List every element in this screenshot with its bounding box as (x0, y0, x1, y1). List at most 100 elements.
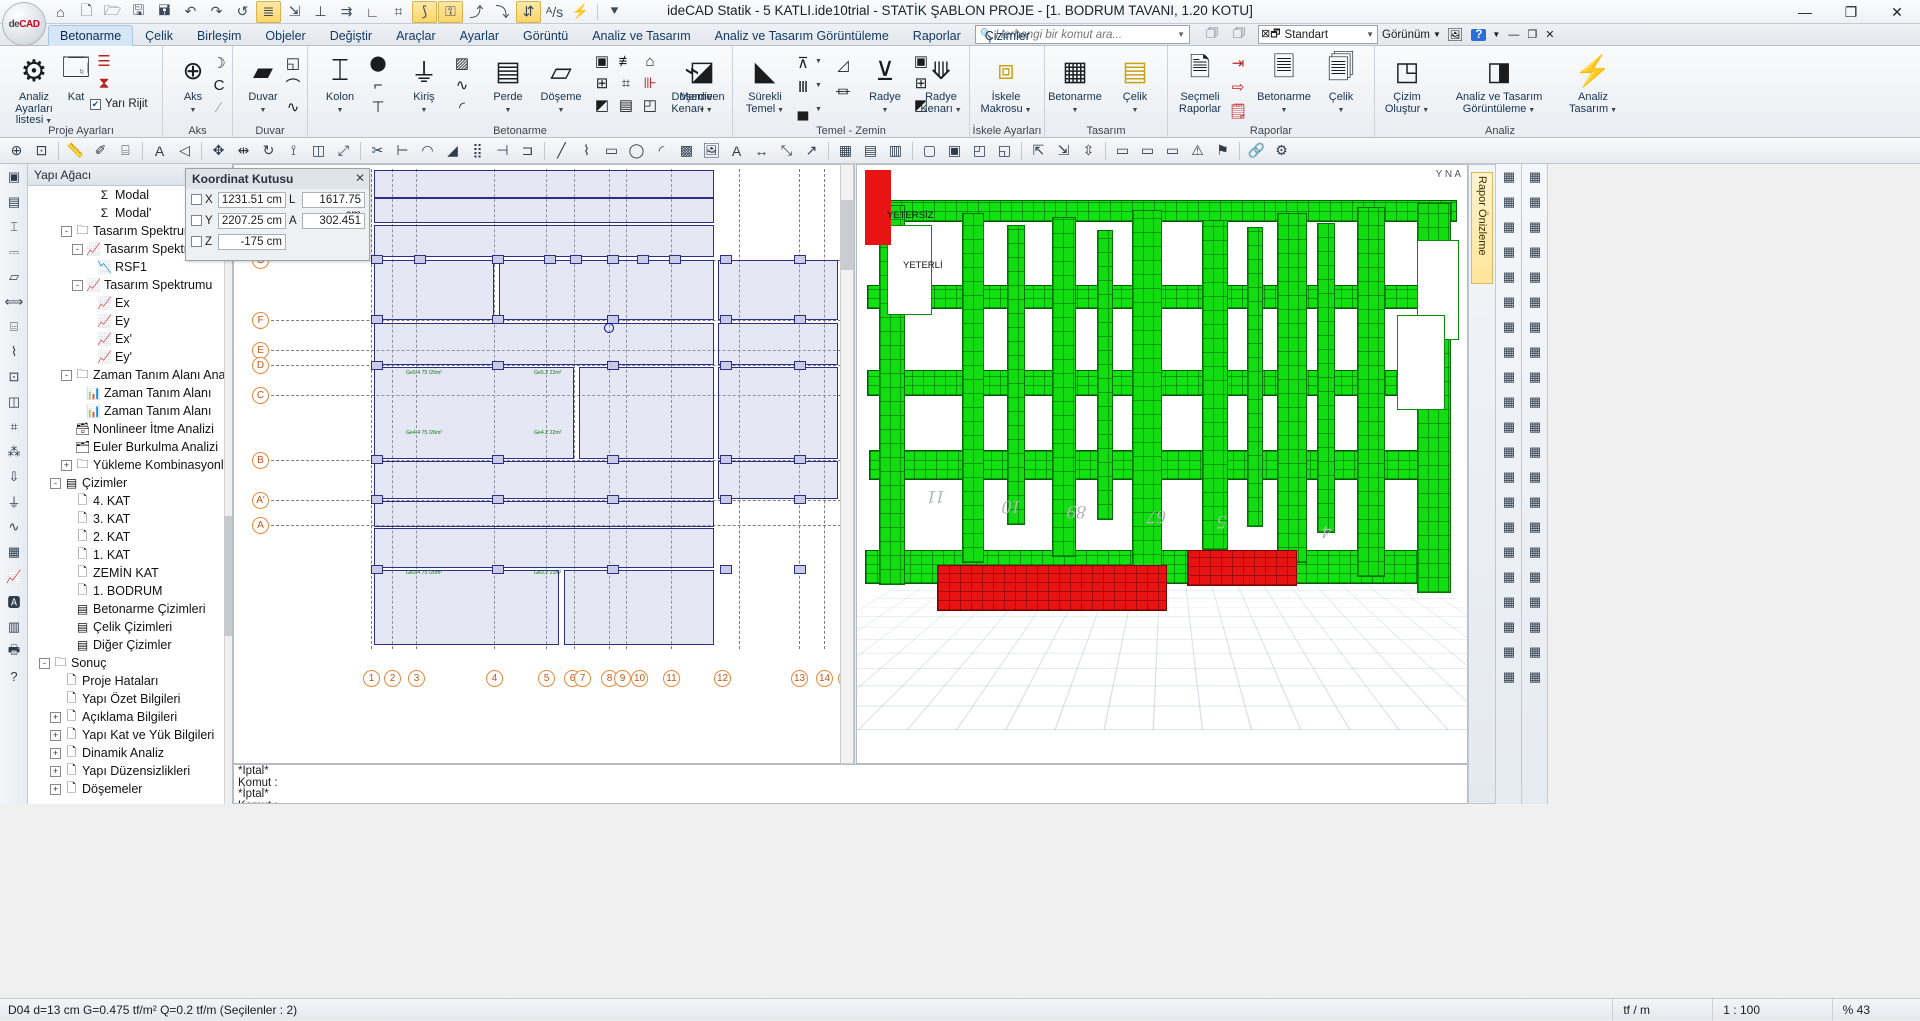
tree-node[interactable]: + 🗀 Yükleme Kombinasyonları (28, 456, 224, 474)
extend-icon[interactable]: ⊢ (390, 139, 415, 163)
right-tool-icon[interactable]: ▦ (1496, 189, 1522, 214)
tool-help-icon[interactable]: ? (0, 664, 28, 689)
tree-node[interactable]: 🗃 Nonlineer İtme Analizi (28, 420, 224, 438)
right-tool-icon[interactable]: ▦ (1522, 239, 1548, 264)
column-3d[interactable] (1007, 225, 1025, 525)
tool-auto-icon[interactable]: 🅰 (0, 589, 28, 614)
column-symbol[interactable] (720, 565, 732, 574)
right-tool-icon[interactable]: ▦ (1496, 539, 1522, 564)
tree-node[interactable]: 📊 Zaman Tanım Alanı (28, 402, 224, 420)
beam-outline[interactable] (579, 367, 714, 459)
coordinate-lock-checkbox[interactable] (191, 194, 202, 205)
tool-node-icon[interactable]: ⁂ (0, 439, 28, 464)
scrollbar-thumb[interactable] (841, 200, 853, 270)
column-symbol[interactable] (570, 255, 582, 264)
tree-node[interactable]: 📈 Ey (28, 312, 224, 330)
tool-spring-icon[interactable]: ∿ (0, 514, 28, 539)
measure-icon[interactable]: 📏 (63, 139, 88, 163)
tree-node[interactable]: 🗋 ZEMİN KAT (28, 564, 224, 582)
wall-corner-icon[interactable]: ◱ (281, 52, 305, 74)
slab-roof-icon[interactable]: ⌂ (638, 50, 662, 72)
ortho-down-icon[interactable]: ⤵ (490, 1, 515, 23)
grid-bubble-column[interactable]: 1 (363, 670, 380, 687)
beam-outline[interactable] (374, 198, 714, 223)
perpendicular-icon[interactable]: ⊥ (308, 1, 333, 23)
column-symbol[interactable] (720, 361, 732, 370)
kolon-L-icon[interactable]: ⌐ (366, 74, 390, 96)
coordinate-lock-checkbox[interactable] (191, 215, 202, 226)
expand-icon[interactable]: + (50, 783, 61, 795)
rebar-x1-icon[interactable]: ⇱ (1026, 139, 1051, 163)
section-icon[interactable]: ◰ (967, 139, 992, 163)
angle-tool-icon[interactable]: ◁ (172, 139, 197, 163)
style-selector[interactable]: ⊠🗗 Standart ▼ (1258, 25, 1378, 44)
slab-region-icon[interactable]: ◩ (590, 94, 614, 116)
column-symbol[interactable] (492, 455, 504, 464)
grid-bubble-column[interactable]: 9 (614, 670, 631, 687)
line-icon[interactable]: ╱ (549, 139, 574, 163)
tool-column-icon[interactable]: ⌶ (0, 214, 28, 239)
color-orange-icon[interactable]: ▭ (1135, 139, 1160, 163)
text-scale-icon[interactable]: ᴬ/s (542, 1, 567, 23)
leader-icon[interactable]: ↗ (799, 139, 824, 163)
node-snap-icon[interactable]: ⟆ (412, 0, 437, 23)
link-icon[interactable]: 🔗 (1244, 139, 1269, 163)
cizim-olustur-button[interactable]: ◳ Çizim Oluştur ▼ (1379, 50, 1435, 116)
right-tool-icon[interactable]: ▦ (1496, 464, 1522, 489)
collapse-icon[interactable]: - (61, 225, 72, 237)
right-tool-icon[interactable]: ▦ (1496, 314, 1522, 339)
aks-line-icon[interactable]: ⁄ (207, 96, 231, 118)
parallel-snap-icon[interactable]: ⇉ (334, 1, 359, 23)
column-symbol[interactable] (607, 455, 619, 464)
beam-outline[interactable] (374, 260, 494, 320)
kiris-3d-icon[interactable]: ▨ (450, 52, 474, 74)
dim-vertical-icon[interactable]: ⇵ (516, 0, 541, 23)
tree-node[interactable]: - ▤ Çizimler (28, 474, 224, 492)
right-tool-icon[interactable]: ▦ (1522, 589, 1548, 614)
insufficient-slab-3d[interactable] (1187, 550, 1297, 586)
slab-layer-icon[interactable]: ▤ (614, 94, 638, 116)
divide-icon[interactable]: ⊣ (490, 139, 515, 163)
grid-bubble-row[interactable]: B (252, 452, 269, 469)
report-preview-tab[interactable]: Rapor Önizleme (1471, 172, 1493, 284)
column-symbol[interactable] (720, 315, 732, 324)
right-tool-icon[interactable]: ▦ (1522, 514, 1548, 539)
kolon-button[interactable]: ⌶ Kolon ▼ (312, 50, 368, 116)
beam-outline[interactable] (374, 461, 714, 499)
slab-split-icon[interactable]: ⊞ (590, 72, 614, 94)
column-symbol[interactable] (544, 255, 556, 264)
color-yellow-icon[interactable]: ▭ (1110, 139, 1135, 163)
analiz-tasarim-button[interactable]: ⚡ Analiz Tasarım ▼ (1565, 50, 1621, 116)
chevron-down-icon[interactable]: ▼ (815, 106, 822, 113)
hatch-icon[interactable]: ▩ (674, 139, 699, 163)
column-symbol[interactable] (607, 565, 619, 574)
expand-icon[interactable]: + (50, 729, 61, 741)
settings2-icon[interactable]: ⚙ (1269, 139, 1294, 163)
perde-button[interactable]: ▤ Perde ▼ (480, 50, 536, 116)
tree-node[interactable]: ▤ Betonarme Çizimleri (28, 600, 224, 618)
wall-curve-icon[interactable]: ∿ (281, 96, 305, 118)
tree-node[interactable]: 🗂 Euler Burkulma Analizi (28, 438, 224, 456)
new-file-icon[interactable]: 🗋 (74, 1, 99, 23)
chevron-down-icon[interactable]: ▼ (1366, 30, 1377, 39)
right-tool-icon[interactable]: ▦ (1522, 464, 1548, 489)
chevron-down-icon[interactable]: ▼ (815, 82, 822, 89)
coordinate-value-input[interactable]: 1231.51 cm (218, 191, 286, 208)
tab-g-r-nt-[interactable]: Görüntü (511, 25, 580, 46)
slab-rebar-icon[interactable]: ⊪ (638, 72, 662, 94)
beam-outline[interactable] (374, 501, 714, 527)
grid-bubble-column[interactable]: 10 (631, 670, 648, 687)
fillet-icon[interactable]: ◠ (415, 139, 440, 163)
dim-aligned-icon[interactable]: ⤡ (774, 139, 799, 163)
help-button[interactable]: ? (1471, 28, 1487, 41)
right-tool-icon[interactable]: ▦ (1496, 239, 1522, 264)
tool-load-icon[interactable]: ⇩ (0, 464, 28, 489)
view-menu[interactable]: Görünüm ▼ 🖼 ? ▼ — ❐ ✕ (1382, 25, 1554, 44)
tab--elik[interactable]: Çelik (133, 25, 185, 46)
right-tool-icon[interactable]: ▦ (1496, 164, 1522, 189)
tree-node[interactable]: 🗋 1. KAT (28, 546, 224, 564)
right-tool-icon[interactable]: ▦ (1496, 564, 1522, 589)
column-symbol[interactable] (607, 361, 619, 370)
beam-outline[interactable] (718, 323, 838, 365)
column-symbol[interactable] (371, 255, 383, 264)
